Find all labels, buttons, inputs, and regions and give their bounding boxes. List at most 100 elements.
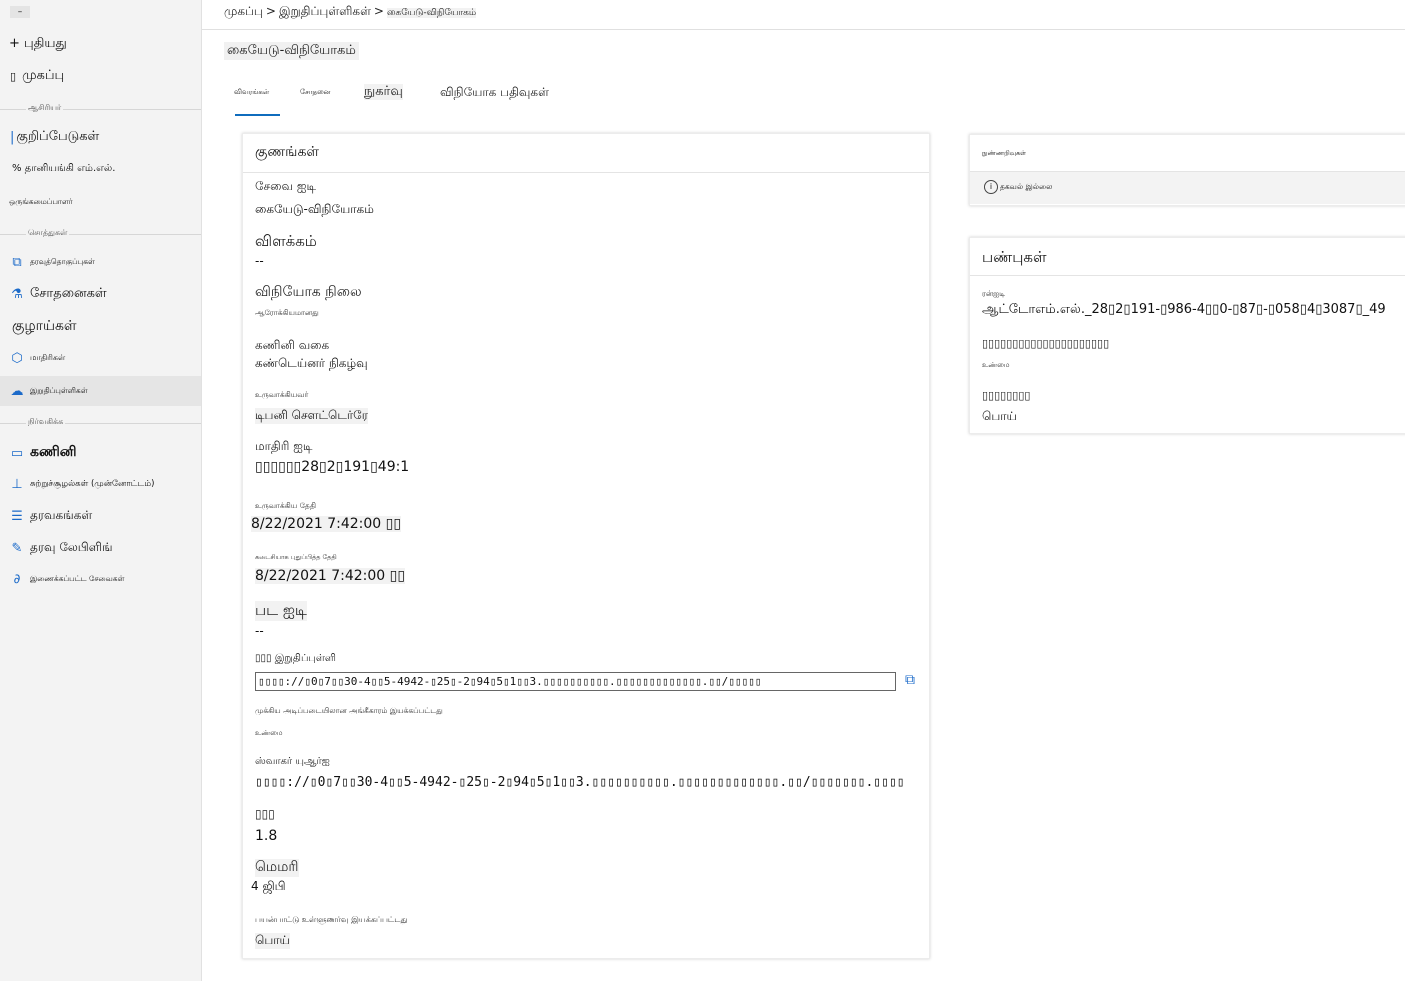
compute-type-label: கணினி வகை	[255, 338, 330, 352]
insights-title: நுண்ணறிவுகள்	[982, 149, 1026, 157]
breadcrumb-current: கையேடு-விநியோகம்	[386, 8, 477, 18]
appinsights-value: பொய்	[255, 933, 290, 949]
sidebar-item-label: சோதனைகள்	[30, 286, 107, 301]
sidebar-item-label: தரவகங்கள்	[30, 508, 93, 522]
new-label: + புதியது	[9, 36, 67, 51]
key-auth-value: உண்மை	[255, 729, 283, 737]
sidebar-item-label: ஒருங்கமைப்பாளர்	[9, 197, 73, 206]
sidebar-item-experiments[interactable]: ⚗ சோதனைகள்	[0, 284, 201, 304]
sidebar-item-label: % தானியங்கி எம்.எல்.	[12, 163, 116, 174]
property-key2-label: ▯▯▯▯▯▯▯▯▯▯▯▯▯▯▯▯▯▯▯▯▯	[982, 337, 1110, 350]
sidebar-item-models[interactable]: ⬡ மாதிரிகள்	[0, 349, 201, 367]
card-divider	[243, 172, 929, 173]
appinsights-label: பயன்பாட்டு உள்ளுணர்வு இயக்கப்பட்டது	[255, 915, 408, 924]
properties-card: பண்புகள் ரன்ஐடி ஆட்டோஎம்.எல்._28▯2▯191-▯…	[969, 237, 1405, 434]
updated-on-label: கடைசியாக புதுப்பித்த தேதி	[255, 553, 337, 561]
sidebar-item-label: குழாய்கள்	[12, 318, 77, 334]
sidebar-item-datasets[interactable]: ⧉ தரவுத்தொகுப்புகள்	[0, 253, 201, 271]
database-icon: ☰	[11, 508, 23, 524]
insights-info-text: தகவல் இல்லை	[1000, 182, 1053, 191]
active-tab-indicator	[235, 114, 280, 116]
rest-endpoint-field[interactable]: ▯▯▯▯://▯0▯7▯▯30-4▯▯5-4942-▯25▯-2▯94▯5▯1▯…	[255, 672, 896, 691]
insights-card: நுண்ணறிவுகள் i தகவல் இல்லை	[969, 134, 1405, 206]
property-runid-value: ஆட்டோஎம்.எல்._28▯2▯191-▯986-4▯▯0-▯87▯-▯0…	[982, 302, 1386, 317]
sidebar-item-label: இறுதிப்புள்ளிகள்	[30, 386, 88, 395]
cpu-label: ▯▯▯	[255, 807, 275, 821]
section-assets: சொத்துகள்	[0, 228, 201, 238]
memory-value: 4 ஜிபி	[251, 879, 286, 893]
description-label: விளக்கம்	[255, 232, 317, 250]
page-title: கையேடு-விநியோகம்	[224, 42, 359, 60]
model-id-label: மாதிரி ஐடி	[255, 439, 313, 453]
sidebar-item-label: இணைக்கப்பட்ட சேவைகள்	[30, 574, 125, 583]
swagger-value[interactable]: ▯▯▯▯://▯0▯7▯▯30-4▯▯5-4942-▯25▯-2▯94▯5▯1▯…	[255, 775, 915, 790]
collapse-button[interactable]: –	[10, 6, 30, 18]
swagger-label: ஸ்வாகர் யுஆர்ஐ	[255, 756, 330, 767]
created-on-label: உருவாக்கிய தேதி	[255, 501, 316, 510]
card-divider	[970, 275, 1405, 276]
sidebar-item-automl[interactable]: % தானியங்கி எம்.எல்.	[0, 160, 201, 178]
attributes-card: குணங்கள் சேவை ஐடி கையேடு-விநியோகம் விளக்…	[242, 133, 930, 959]
sidebar-item-compute[interactable]: ▭ கணினி	[0, 442, 201, 464]
breadcrumb-separator: >	[373, 4, 384, 18]
image-id-label: பட ஐடி	[255, 601, 307, 621]
breadcrumb: முகப்பு > இறுதிப்புள்ளிகள் > கையேடு-விநியோகம…	[224, 4, 477, 20]
home-icon: ▯	[10, 69, 17, 83]
sidebar-item-environments[interactable]: ⊥ சுற்றுச்சூழல்கள் (முன்னோட்டம்)	[0, 476, 201, 492]
main-content: முகப்பு > இறுதிப்புள்ளிகள் > கையேடு-விநியோகம…	[202, 0, 1405, 981]
sidebar-item-label: தரவு லேபிளிங்	[30, 540, 113, 554]
service-id-value: கையேடு-விநியோகம்	[255, 202, 374, 216]
property-key3-value: பொய்	[982, 409, 1017, 423]
tab-test[interactable]: சோதனை	[300, 88, 330, 97]
sidebar-item-datastores[interactable]: ☰ தரவகங்கள்	[0, 506, 201, 526]
model-id-value: ▯▯▯▯▯▯28▯2▯191▯49:1	[255, 459, 410, 475]
sidebar-item-designer[interactable]: ஒருங்கமைப்பாளர்	[0, 195, 201, 209]
insights-info-row: i தகவல் இல்லை	[970, 172, 1405, 204]
cpu-value: 1.8	[255, 828, 278, 844]
sidebar-item-label: குறிப்பேடுகள்	[16, 129, 100, 144]
memory-label: மெமரி	[255, 859, 299, 877]
sidebar-item-data-labeling[interactable]: ✎ தரவு லேபிளிங்	[0, 538, 201, 558]
breadcrumb-endpoints[interactable]: இறுதிப்புள்ளிகள்	[279, 4, 371, 18]
properties-title: பண்புகள்	[982, 248, 1047, 266]
rest-endpoint-label: ▯▯▯ இறுதிப்புள்ளி	[255, 653, 336, 664]
sidebar-item-label: சுற்றுச்சூழல்கள் (முன்னோட்டம்)	[30, 478, 155, 489]
new-button[interactable]: + புதியது	[0, 34, 201, 54]
image-id-value: --	[255, 624, 264, 638]
section-author: ஆசிரியர்	[0, 103, 201, 113]
sidebar-item-linked-services[interactable]: ∂ இணைக்கப்பட்ட சேவைகள்	[0, 571, 201, 587]
copy-icon[interactable]: ⧉	[905, 672, 915, 688]
sidebar: – + புதியது ▯ முகப்பு ஆசிரியர் | குறிப்ப…	[0, 0, 202, 981]
created-on-value: 8/22/2021 7:42:00 ▯▯	[251, 516, 402, 532]
tab-deployment-logs[interactable]: விநியோக பதிவுகள்	[440, 85, 549, 101]
home-label: முகப்பு	[22, 68, 65, 83]
property-key3-label: ▯▯▯▯▯▯▯▯	[982, 389, 1031, 402]
sidebar-item-notebooks[interactable]: | குறிப்பேடுகள்	[0, 127, 201, 147]
sidebar-item-pipelines[interactable]: குழாய்கள்	[0, 317, 201, 337]
deploy-state-value: ஆரோக்கியமானது	[255, 308, 319, 317]
tab-details[interactable]: விவரங்கள்	[234, 88, 269, 97]
attributes-title: குணங்கள்	[255, 144, 320, 160]
created-by-label: உருவாக்கியவர்	[255, 390, 309, 399]
sidebar-item-home[interactable]: ▯ முகப்பு	[0, 66, 201, 86]
sidebar-item-label: கணினி	[30, 444, 77, 460]
tab-consume[interactable]: நுகர்வு	[364, 84, 403, 100]
updated-on-value: 8/22/2021 7:42:00 ▯▯	[255, 568, 406, 584]
sidebar-item-endpoints[interactable]: ☁ இறுதிப்புள்ளிகள்	[0, 376, 201, 406]
link-icon: ∂	[13, 571, 21, 587]
environment-icon: ⊥	[11, 476, 23, 492]
sidebar-item-label: மாதிரிகள்	[30, 353, 66, 362]
section-manage: நிர்வகிக்க	[0, 417, 201, 427]
compute-type-value: கண்டெய்னர் நிகழ்வு	[255, 356, 368, 370]
key-auth-label: முக்கிய அடிப்படையிலான அங்கீகாரம் இயக்கப்…	[255, 706, 443, 715]
monitor-icon: ▭	[10, 445, 24, 461]
description-value: --	[255, 254, 264, 268]
deploy-state-label: விநியோக நிலை	[255, 284, 362, 300]
header-divider	[202, 29, 1405, 30]
breadcrumb-home[interactable]: முகப்பு	[224, 4, 263, 18]
flask-icon: ⚗	[11, 286, 23, 302]
created-by-value: டிபனி சௌட்டெர்ரே	[255, 408, 368, 424]
service-id-label: சேவை ஐடி	[255, 179, 317, 193]
cube-icon: ⬡	[11, 350, 23, 366]
breadcrumb-separator: >	[265, 4, 276, 18]
